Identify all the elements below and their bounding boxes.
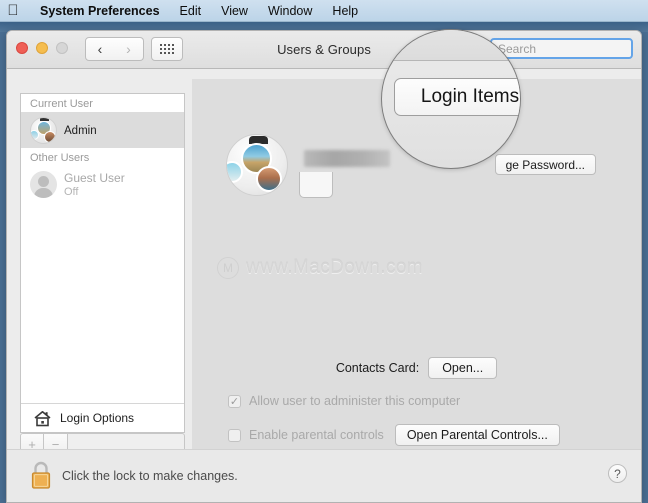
contacts-card-row: Contacts Card: Open... bbox=[192, 357, 641, 379]
lock-hint-text: Click the lock to make changes. bbox=[62, 469, 238, 483]
magnified-login-items-tab[interactable]: Login Items bbox=[394, 78, 521, 116]
screen:  System Preferences Edit View Window He… bbox=[0, 0, 648, 503]
login-options-label: Login Options bbox=[60, 411, 134, 425]
sidebar-header-current-user: Current User bbox=[21, 94, 184, 112]
admin-checkbox-row[interactable]: ✓ Allow user to administer this computer bbox=[228, 394, 460, 408]
watermark-text: www.MacDown.com bbox=[246, 257, 423, 279]
sidebar-guest-state: Off bbox=[64, 186, 125, 198]
menu-item-view[interactable]: View bbox=[211, 4, 258, 18]
parental-controls-checkbox[interactable] bbox=[228, 429, 241, 442]
user-avatar-large[interactable] bbox=[226, 134, 288, 196]
parental-controls-row[interactable]: Enable parental controls Open Parental C… bbox=[228, 424, 560, 446]
admin-checkbox[interactable]: ✓ bbox=[228, 395, 241, 408]
macdown-logo-icon: M bbox=[217, 257, 239, 279]
open-parental-controls-button[interactable]: Open Parental Controls... bbox=[395, 424, 560, 446]
username-redacted bbox=[304, 150, 390, 167]
admin-checkbox-label: Allow user to administer this computer bbox=[249, 394, 460, 408]
menu-item-system-preferences[interactable]: System Preferences bbox=[30, 4, 170, 18]
open-contacts-card-button[interactable]: Open... bbox=[428, 357, 497, 379]
watermark: M www.MacDown.com bbox=[217, 257, 423, 279]
house-icon bbox=[33, 410, 52, 427]
magnifier-overlay: Login Items bbox=[381, 29, 521, 169]
sidebar-user-text: Admin bbox=[64, 124, 97, 137]
sidebar-header-other-users: Other Users bbox=[21, 148, 184, 166]
help-button[interactable]: ? bbox=[608, 464, 627, 483]
magnified-tab-label: Login Items bbox=[421, 86, 519, 108]
menu-item-window[interactable]: Window bbox=[258, 4, 322, 18]
menu-bar:  System Preferences Edit View Window He… bbox=[0, 0, 648, 22]
sidebar-item-login-options[interactable]: Login Options bbox=[21, 403, 184, 432]
avatar bbox=[30, 117, 57, 144]
menu-item-help[interactable]: Help bbox=[322, 4, 368, 18]
padlock-closed-icon[interactable] bbox=[29, 460, 53, 490]
guest-avatar-icon bbox=[30, 171, 57, 198]
window-bottom-bar: Click the lock to make changes. ? bbox=[7, 449, 641, 502]
sidebar-item-guest-user[interactable]: Guest User Off bbox=[21, 166, 184, 202]
magnifier-tail bbox=[299, 172, 333, 198]
change-password-button[interactable]: ge Password... bbox=[495, 154, 596, 175]
sidebar-item-admin-user[interactable]: Admin bbox=[21, 112, 184, 148]
sidebar-guest-text: Guest User Off bbox=[64, 171, 125, 198]
sidebar-guest-name: Guest User bbox=[64, 171, 125, 185]
sidebar-user-role: Admin bbox=[64, 125, 97, 137]
menu-item-edit[interactable]: Edit bbox=[170, 4, 212, 18]
parental-controls-label: Enable parental controls bbox=[249, 428, 384, 442]
magnifier-toolbar-strip bbox=[382, 30, 520, 61]
contacts-card-label: Contacts Card: bbox=[336, 361, 419, 375]
apple-logo-icon[interactable]:  bbox=[6, 3, 20, 19]
users-sidebar: Current User Admin Other Users Guest Use… bbox=[20, 93, 185, 433]
window-toolbar: ‹ › Users & Groups Search bbox=[7, 31, 641, 69]
system-preferences-window: ‹ › Users & Groups Search Password Login… bbox=[6, 30, 642, 503]
